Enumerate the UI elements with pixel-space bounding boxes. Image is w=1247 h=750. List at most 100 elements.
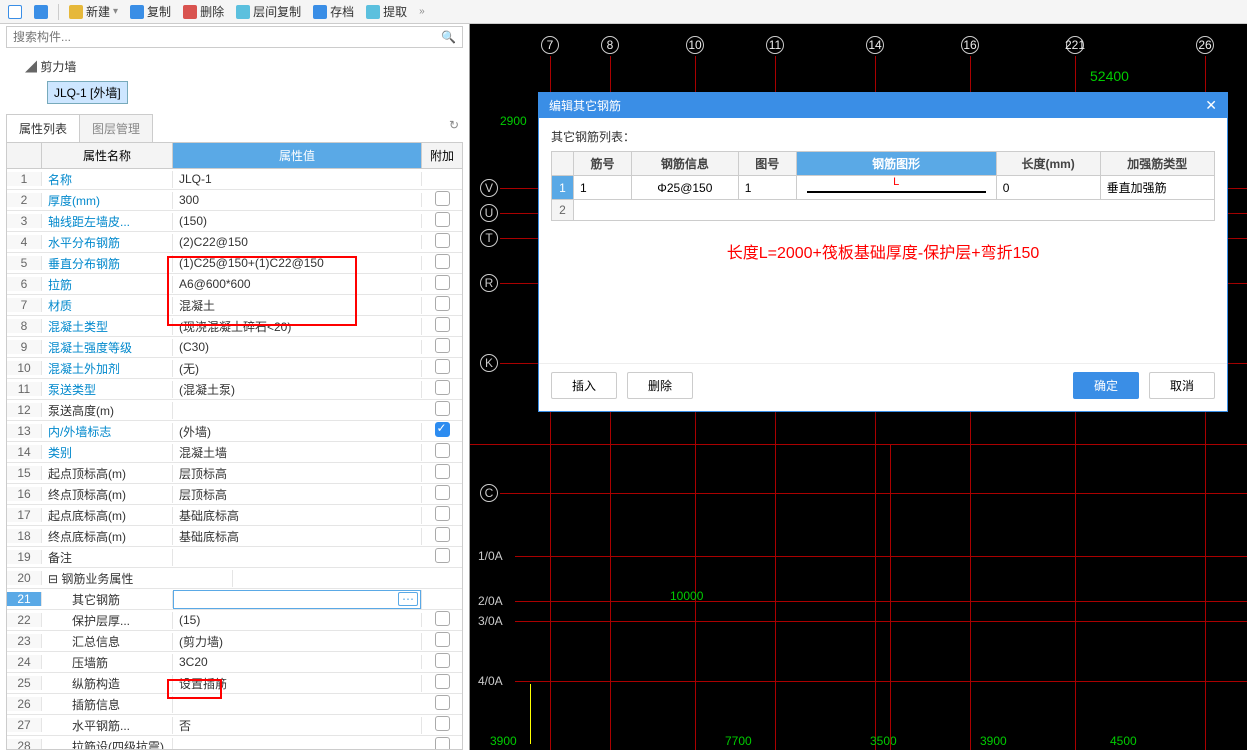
property-row[interactable]: 18终点底标高(m)基础底标高 xyxy=(7,526,462,547)
extra-checkbox[interactable] xyxy=(435,380,450,395)
property-row[interactable]: 12泵送高度(m) xyxy=(7,400,462,421)
more-icon[interactable]: ⋯ xyxy=(398,592,418,606)
extra-checkbox[interactable] xyxy=(435,212,450,227)
delete-button[interactable]: 删除 xyxy=(627,372,693,399)
cell-type[interactable]: 垂直加强筋 xyxy=(1100,176,1214,200)
archive-button[interactable]: 存档 xyxy=(309,2,358,21)
ok-button[interactable]: 确定 xyxy=(1073,372,1139,399)
cell-info[interactable]: Φ25@150 xyxy=(631,176,738,200)
extra-checkbox[interactable] xyxy=(435,422,450,437)
extra-checkbox[interactable] xyxy=(435,254,450,269)
property-row[interactable]: 24压墙筋3C20 xyxy=(7,652,462,673)
property-row[interactable]: 15起点顶标高(m)层顶标高 xyxy=(7,463,462,484)
property-row[interactable]: 14类别混凝土墙 xyxy=(7,442,462,463)
property-row[interactable]: 9混凝土强度等级(C30) xyxy=(7,337,462,358)
extra-checkbox[interactable] xyxy=(435,653,450,668)
panel-tabs: 属性列表 图层管理 ↻ xyxy=(6,114,463,143)
cell-shape[interactable]: L xyxy=(796,176,996,200)
property-row[interactable]: 8混凝土类型(现浇混凝土碎石<20) xyxy=(7,316,462,337)
row-number: 1 xyxy=(552,176,574,200)
tree-item-selected[interactable]: JLQ-1 [外墙] xyxy=(47,81,128,104)
extra-checkbox[interactable] xyxy=(435,191,450,206)
property-row[interactable]: 2厚度(mm)300 xyxy=(7,190,462,211)
extract-button[interactable]: 提取 xyxy=(362,2,411,21)
new-icon xyxy=(69,5,83,19)
rebar-table: 筋号 钢筋信息 图号 钢筋图形 长度(mm) 加强筋类型 1 1 Φ25@150… xyxy=(551,151,1215,221)
property-row[interactable]: 11泵送类型(混凝土泵) xyxy=(7,379,462,400)
tab-layers[interactable]: 图层管理 xyxy=(79,114,153,142)
extra-checkbox[interactable] xyxy=(435,611,450,626)
extra-checkbox[interactable] xyxy=(435,317,450,332)
copy-button[interactable]: 复制 xyxy=(126,2,175,21)
extra-checkbox[interactable] xyxy=(435,527,450,542)
property-row[interactable]: 10混凝土外加剂(无) xyxy=(7,358,462,379)
property-row[interactable]: 28拉筋设(四级抗震) xyxy=(7,736,462,750)
close-icon[interactable]: ✕ xyxy=(1205,97,1217,114)
extract-icon xyxy=(366,5,380,19)
cell-length[interactable]: 0 xyxy=(996,176,1100,200)
col-info[interactable]: 钢筋信息 xyxy=(631,152,738,176)
insert-button[interactable]: 插入 xyxy=(551,372,617,399)
property-row[interactable]: 13内/外墙标志(外墙) xyxy=(7,421,462,442)
header-extra: 附加 xyxy=(422,143,462,168)
extra-checkbox[interactable] xyxy=(435,716,450,731)
header-value[interactable]: 属性值 xyxy=(173,143,422,168)
refresh-icon[interactable]: ↻ xyxy=(449,118,459,132)
tree-root[interactable]: 剪力墙 xyxy=(25,56,463,77)
extra-checkbox[interactable] xyxy=(435,401,450,416)
property-row[interactable]: 22保护层厚...(15) xyxy=(7,610,462,631)
col-shape[interactable]: 钢筋图形 xyxy=(796,152,996,176)
cell-figno[interactable]: 1 xyxy=(738,176,796,200)
extra-checkbox[interactable] xyxy=(435,632,450,647)
extra-checkbox[interactable] xyxy=(435,737,450,750)
panel-toggle-1[interactable] xyxy=(4,4,26,20)
extra-checkbox[interactable] xyxy=(435,296,450,311)
panel-toggle-2[interactable] xyxy=(30,4,52,20)
property-row[interactable]: 16终点顶标高(m)层顶标高 xyxy=(7,484,462,505)
property-row[interactable]: 3轴线距左墙皮...(150) xyxy=(7,211,462,232)
property-row[interactable]: 23汇总信息(剪力墙) xyxy=(7,631,462,652)
more-button[interactable]: » xyxy=(415,5,429,18)
extra-checkbox[interactable] xyxy=(435,275,450,290)
extra-checkbox[interactable] xyxy=(435,674,450,689)
col-figno[interactable]: 图号 xyxy=(738,152,796,176)
search-input[interactable] xyxy=(7,27,435,47)
property-row[interactable]: 5垂直分布钢筋(1)C25@150+(1)C22@150 xyxy=(7,253,462,274)
property-row[interactable]: 4水平分布钢筋(2)C22@150 xyxy=(7,232,462,253)
layer-copy-icon xyxy=(236,5,250,19)
property-row[interactable]: 26插筋信息 xyxy=(7,694,462,715)
extra-checkbox[interactable] xyxy=(435,359,450,374)
property-row[interactable]: 1名称JLQ-1 xyxy=(7,169,462,190)
col-type[interactable]: 加强筋类型 xyxy=(1100,152,1214,176)
table-row[interactable]: 1 1 Φ25@150 1 L 0 垂直加强筋 xyxy=(552,176,1215,200)
extra-checkbox[interactable] xyxy=(435,506,450,521)
property-row[interactable]: 27水平钢筋...否 xyxy=(7,715,462,736)
property-row[interactable]: 19备注 xyxy=(7,547,462,568)
property-row[interactable]: 7材质混凝土 xyxy=(7,295,462,316)
cell-no[interactable]: 1 xyxy=(574,176,632,200)
delete-button[interactable]: 删除 xyxy=(179,2,228,21)
property-row[interactable]: 17起点底标高(m)基础底标高 xyxy=(7,505,462,526)
col-no[interactable]: 筋号 xyxy=(574,152,632,176)
col-length[interactable]: 长度(mm) xyxy=(996,152,1100,176)
search-icon[interactable]: 🔍 xyxy=(435,30,462,44)
cancel-button[interactable]: 取消 xyxy=(1149,372,1215,399)
property-row[interactable]: 6拉筋A6@600*600 xyxy=(7,274,462,295)
layer-copy-button[interactable]: 层间复制 xyxy=(232,2,305,21)
property-row[interactable]: 20⊟ 钢筋业务属性 xyxy=(7,568,462,589)
tab-properties[interactable]: 属性列表 xyxy=(6,114,80,142)
property-row[interactable]: 21其它钢筋⋯ xyxy=(7,589,462,610)
new-button[interactable]: 新建▾ xyxy=(65,2,122,21)
extra-checkbox[interactable] xyxy=(435,443,450,458)
extra-checkbox[interactable] xyxy=(435,464,450,479)
extra-checkbox[interactable] xyxy=(435,233,450,248)
table-row[interactable]: 2 xyxy=(552,200,1215,221)
header-name: 属性名称 xyxy=(42,143,173,168)
dialog-titlebar[interactable]: 编辑其它钢筋 ✕ xyxy=(539,93,1227,118)
extra-checkbox[interactable] xyxy=(435,695,450,710)
delete-icon xyxy=(183,5,197,19)
property-row[interactable]: 25纵筋构造设置插筋 xyxy=(7,673,462,694)
extra-checkbox[interactable] xyxy=(435,338,450,353)
extra-checkbox[interactable] xyxy=(435,485,450,500)
extra-checkbox[interactable] xyxy=(435,548,450,563)
